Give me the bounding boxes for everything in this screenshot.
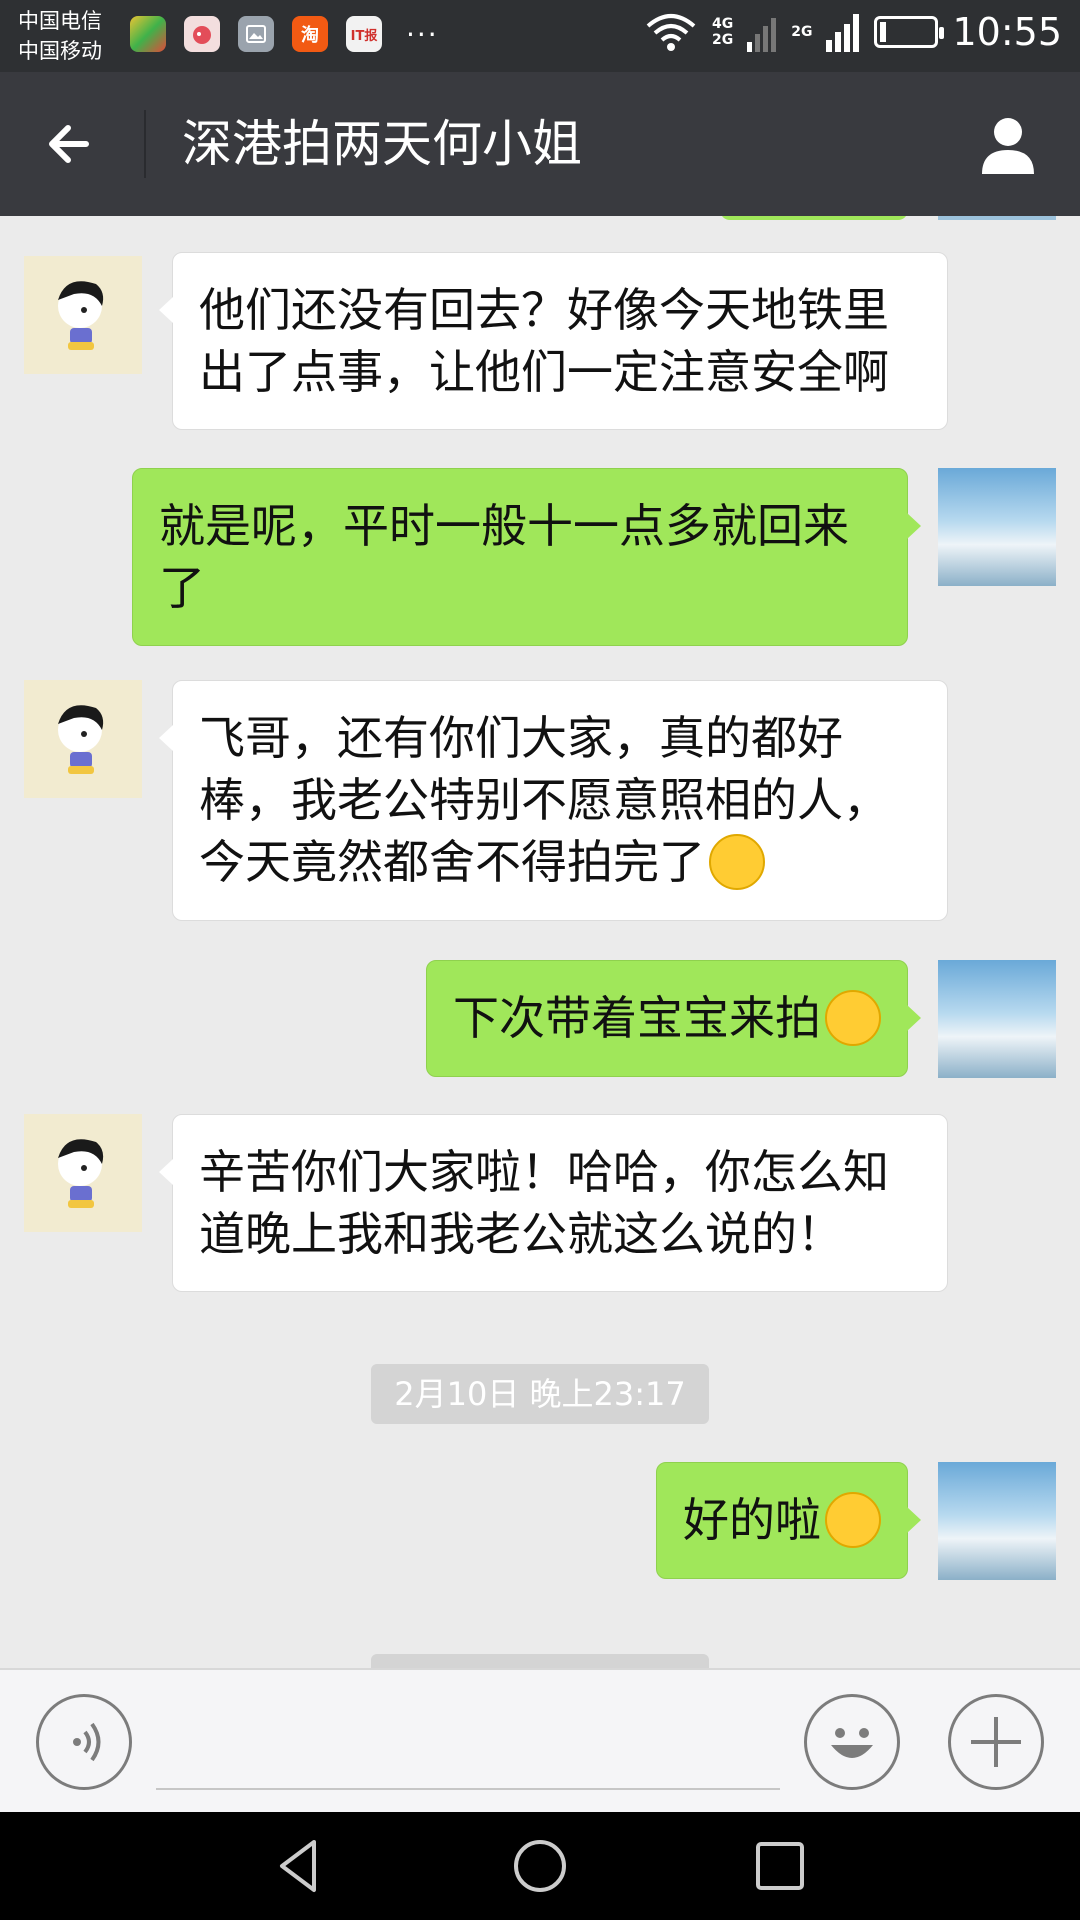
contact-avatar[interactable] [24, 1114, 142, 1232]
more-button[interactable] [948, 1694, 1044, 1790]
message-bubble[interactable]: 下次带着宝宝来拍 [426, 960, 921, 1077]
nav-home-icon[interactable] [508, 1834, 572, 1898]
message-bubble[interactable]: 就是呢，平时一般十一点多就回来了 [132, 468, 921, 646]
previous-bubble-edge [720, 216, 908, 220]
notification-icons: 淘 IT报 ··· [130, 16, 439, 52]
smiling-emoji-icon [825, 1491, 881, 1548]
message-text: 他们还没有回去？好像今天地铁里出了点事，让他们一定注意安全啊 [199, 283, 889, 399]
nav-recent-apps-icon[interactable] [748, 1834, 812, 1898]
voice-button[interactable] [36, 1694, 132, 1790]
profile-icon[interactable] [972, 108, 1044, 180]
signal-icon-2 [826, 14, 860, 52]
message-text: 辛苦你们大家啦！哈哈，你怎么知道晚上我和我老公就这么说的！ [199, 1145, 889, 1261]
laughing-tears-emoji-icon [709, 833, 765, 890]
gallery-icon [238, 16, 274, 52]
battery-icon [874, 16, 945, 48]
chat-header: 深港拍两天何小姐 [0, 72, 1080, 216]
message-timestamp: 2月10日 晚上23:17 [371, 1364, 709, 1424]
back-arrow-icon[interactable] [36, 108, 108, 180]
weibo-icon [184, 16, 220, 52]
network-type-1: 4G 2G [712, 16, 734, 48]
carrier-1: 中国电信 [18, 9, 102, 33]
contact-avatar[interactable] [24, 680, 142, 798]
header-divider [144, 110, 146, 178]
clock: 10:55 [952, 10, 1062, 54]
grinning-emoji-icon [825, 989, 881, 1046]
nav-back-icon[interactable] [268, 1834, 332, 1898]
message-text: 好的啦 [683, 1493, 821, 1547]
message-text: 就是呢，平时一般十一点多就回来了 [159, 499, 849, 615]
status-bar: 中国电信 中国移动 淘 IT报 ··· 4G 2G 2G 10:55 [0, 0, 1080, 72]
next-item-edge [371, 1654, 709, 1668]
taobao-icon: 淘 [292, 16, 328, 52]
chat-title: 深港拍两天何小姐 [182, 115, 582, 173]
previous-avatar-edge [938, 216, 1056, 220]
plus-icon [971, 1717, 1021, 1767]
my-avatar[interactable] [938, 960, 1056, 1078]
news-icon: IT报 [346, 16, 382, 52]
message-bubble[interactable]: 飞哥，还有你们大家，真的都好棒，我老公特别不愿意照相的人，今天竟然都舍不得拍完了 [159, 680, 948, 921]
message-bubble[interactable]: 好的啦 [656, 1462, 921, 1579]
voice-icon [73, 1722, 101, 1762]
input-bar [0, 1668, 1080, 1812]
signal-icon-1 [747, 18, 777, 52]
more-notifications: ··· [406, 17, 439, 51]
message-bubble[interactable]: 辛苦你们大家啦！哈哈，你怎么知道晚上我和我老公就这么说的！ [159, 1114, 948, 1292]
emoji-icon [831, 1728, 873, 1758]
system-nav-bar [0, 1812, 1080, 1920]
system-indicators: 4G 2G 2G 10:55 [644, 10, 1062, 54]
message-bubble[interactable]: 他们还没有回去？好像今天地铁里出了点事，让他们一定注意安全啊 [159, 252, 948, 430]
emoji-button[interactable] [804, 1694, 900, 1790]
browser-icon [130, 16, 166, 52]
message-list[interactable]: 他们还没有回去？好像今天地铁里出了点事，让他们一定注意安全啊 就是呢，平时一般十… [0, 216, 1080, 1668]
message-input[interactable] [156, 1788, 780, 1790]
wifi-icon [646, 14, 696, 51]
carrier-2: 中国移动 [18, 39, 102, 63]
carrier-labels: 中国电信 中国移动 [18, 6, 102, 66]
message-text: 飞哥，还有你们大家，真的都好棒，我老公特别不愿意照相的人，今天竟然都舍不得拍完了 [199, 711, 889, 889]
my-avatar[interactable] [938, 468, 1056, 586]
my-avatar[interactable] [938, 1462, 1056, 1580]
network-type-2: 2G [791, 24, 813, 40]
message-text: 下次带着宝宝来拍 [453, 991, 821, 1045]
contact-avatar[interactable] [24, 256, 142, 374]
